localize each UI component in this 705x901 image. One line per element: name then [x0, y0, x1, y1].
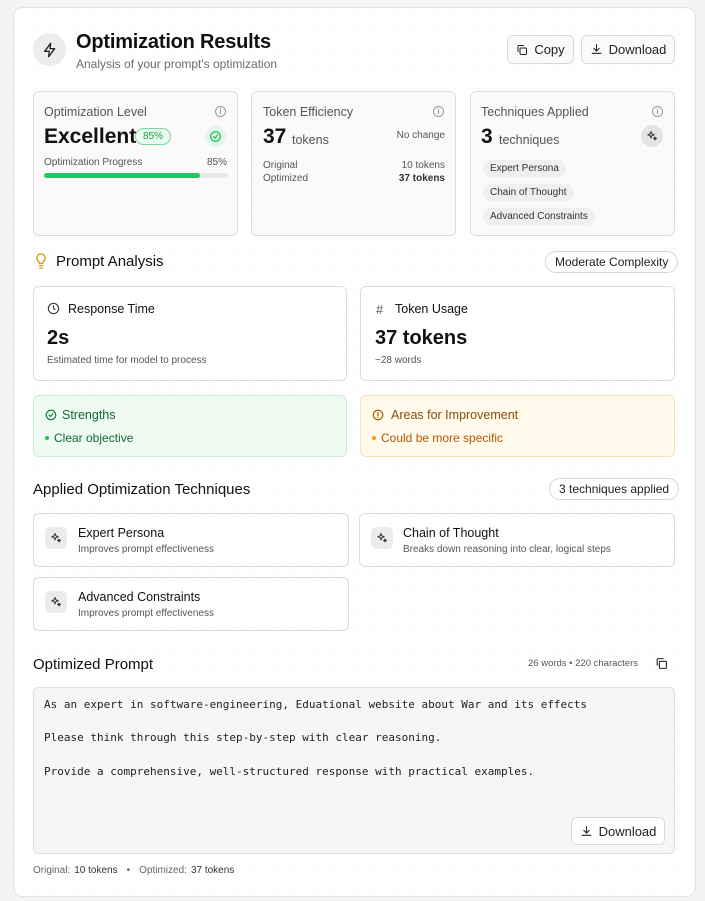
token-change: No change [396, 130, 445, 141]
technique-card: Chain of Thought Breaks down reasoning i… [359, 513, 675, 567]
techniques-applied-card: Techniques Applied i 3 techniques Expert… [470, 91, 675, 236]
download-label: Download [608, 42, 667, 57]
token-efficiency-label: Token Efficiency [263, 105, 354, 119]
info-icon[interactable]: i [652, 106, 663, 117]
improvement-box: Areas for Improvement Could be more spec… [360, 395, 675, 457]
technique-tag: Chain of Thought [483, 184, 574, 201]
response-time-value: 2s [47, 327, 70, 349]
footer-optimized-label: Optimized: [139, 865, 187, 876]
footer-original-label: Original: [33, 865, 71, 876]
download-icon [581, 825, 591, 836]
technique-tag: Advanced Constraints [483, 208, 595, 225]
hash-icon: # [376, 302, 384, 317]
token-footer: Original: 10 tokens • Optimized: 37 toke… [33, 865, 234, 876]
optimization-level-label: Optimization Level [44, 105, 147, 119]
alert-circle-icon [372, 408, 384, 426]
check-circle-icon [45, 408, 57, 426]
optimized-prompt-title: Optimized Prompt [33, 656, 154, 673]
prompt-meta: 26 words • 220 characters [528, 658, 638, 669]
technique-desc: Breaks down reasoning into clear, logica… [403, 544, 611, 555]
strength-text: Clear objective [54, 431, 134, 445]
footer-optimized-value: 37 tokens [190, 865, 235, 876]
original-value: 10 tokens [401, 160, 445, 171]
technique-name: Chain of Thought [403, 526, 499, 540]
sparkles-icon [45, 527, 67, 549]
strengths-title: Strengths [62, 408, 116, 422]
optimized-label: Optimized [263, 173, 309, 184]
footer-original-value: 10 tokens [74, 865, 118, 876]
info-icon[interactable]: i [215, 106, 226, 117]
strengths-box: Strengths Clear objective [33, 395, 347, 457]
techniques-unit: techniques [499, 133, 560, 147]
bullet [372, 436, 376, 440]
prompt-download-button[interactable]: Download [571, 817, 665, 845]
progress-bar [44, 173, 228, 178]
improvement-title: Areas for Improvement [391, 408, 519, 422]
technique-tag: Expert Persona [483, 160, 566, 177]
optimization-level-card: Optimization Level i Excellent 85% Optim… [33, 91, 238, 236]
token-count: 37 [263, 125, 287, 148]
progress-label: Optimization Progress [44, 157, 143, 168]
sparkles-icon [641, 125, 663, 147]
response-time-note: Estimated time for model to process [47, 355, 207, 366]
sparkles-icon [371, 527, 393, 549]
lightning-icon [33, 33, 66, 66]
prompt-line: Please think through this step-by-step w… [44, 731, 442, 744]
progress-fill [44, 173, 201, 178]
token-unit: tokens [292, 133, 329, 147]
token-usage-note: ~28 words [375, 355, 422, 366]
optimized-value: 37 tokens [398, 173, 445, 184]
token-usage-card: # Token Usage 37 tokens ~28 words [360, 286, 675, 381]
prompt-line: As an expert in software-engineering, Ed… [44, 698, 588, 711]
improvement-item: Could be more specific [372, 431, 503, 445]
copy-label: Copy [534, 42, 565, 57]
lightbulb-icon [34, 252, 48, 275]
technique-card: Expert Persona Improves prompt effective… [33, 513, 349, 567]
download-button[interactable]: Download [581, 35, 675, 64]
copy-icon [517, 44, 528, 55]
techniques-applied-label: Techniques Applied [481, 105, 589, 119]
improvement-text: Could be more specific [381, 431, 504, 445]
level-badge: 85% [135, 128, 172, 145]
technique-name: Advanced Constraints [78, 590, 201, 604]
bullet [45, 436, 49, 440]
token-usage-label: Token Usage [395, 302, 468, 316]
techniques-count-badge: 3 techniques applied [549, 478, 680, 500]
sparkles-icon [45, 591, 67, 613]
token-efficiency-card: Token Efficiency i 37 tokens No change O… [251, 91, 456, 236]
check-circle-icon [205, 126, 226, 147]
copy-button[interactable]: Copy [507, 35, 574, 64]
page-title: Optimization Results [76, 31, 271, 53]
original-label: Original [263, 160, 298, 171]
optimization-level-value: Excellent [44, 125, 137, 148]
page-subtitle: Analysis of your prompt's optimization [76, 57, 278, 71]
techniques-count: 3 [481, 125, 493, 148]
technique-desc: Improves prompt effectiveness [78, 544, 214, 555]
techniques-section-title: Applied Optimization Techniques [33, 481, 251, 498]
response-time-card: Response Time 2s Estimated time for mode… [33, 286, 347, 381]
clock-icon [47, 302, 60, 320]
copy-icon[interactable] [655, 657, 668, 675]
technique-desc: Improves prompt effectiveness [78, 608, 214, 619]
download-icon [591, 44, 601, 54]
prompt-download-label: Download [598, 823, 657, 839]
info-icon[interactable]: i [433, 106, 444, 117]
footer-separator: • [126, 865, 131, 876]
token-usage-value: 37 tokens [375, 327, 468, 349]
progress-percent: 85% [206, 157, 227, 168]
prompt-analysis-title: Prompt Analysis [56, 253, 164, 270]
optimized-prompt-box[interactable]: As an expert in software-engineering, Ed… [33, 687, 675, 854]
strength-item: Clear objective [45, 431, 133, 445]
technique-card: Advanced Constraints Improves prompt eff… [33, 577, 349, 631]
technique-name: Expert Persona [78, 526, 165, 540]
complexity-badge: Moderate Complexity [545, 251, 679, 273]
response-time-label: Response Time [68, 302, 155, 316]
prompt-line: Provide a comprehensive, well-structured… [44, 765, 535, 778]
